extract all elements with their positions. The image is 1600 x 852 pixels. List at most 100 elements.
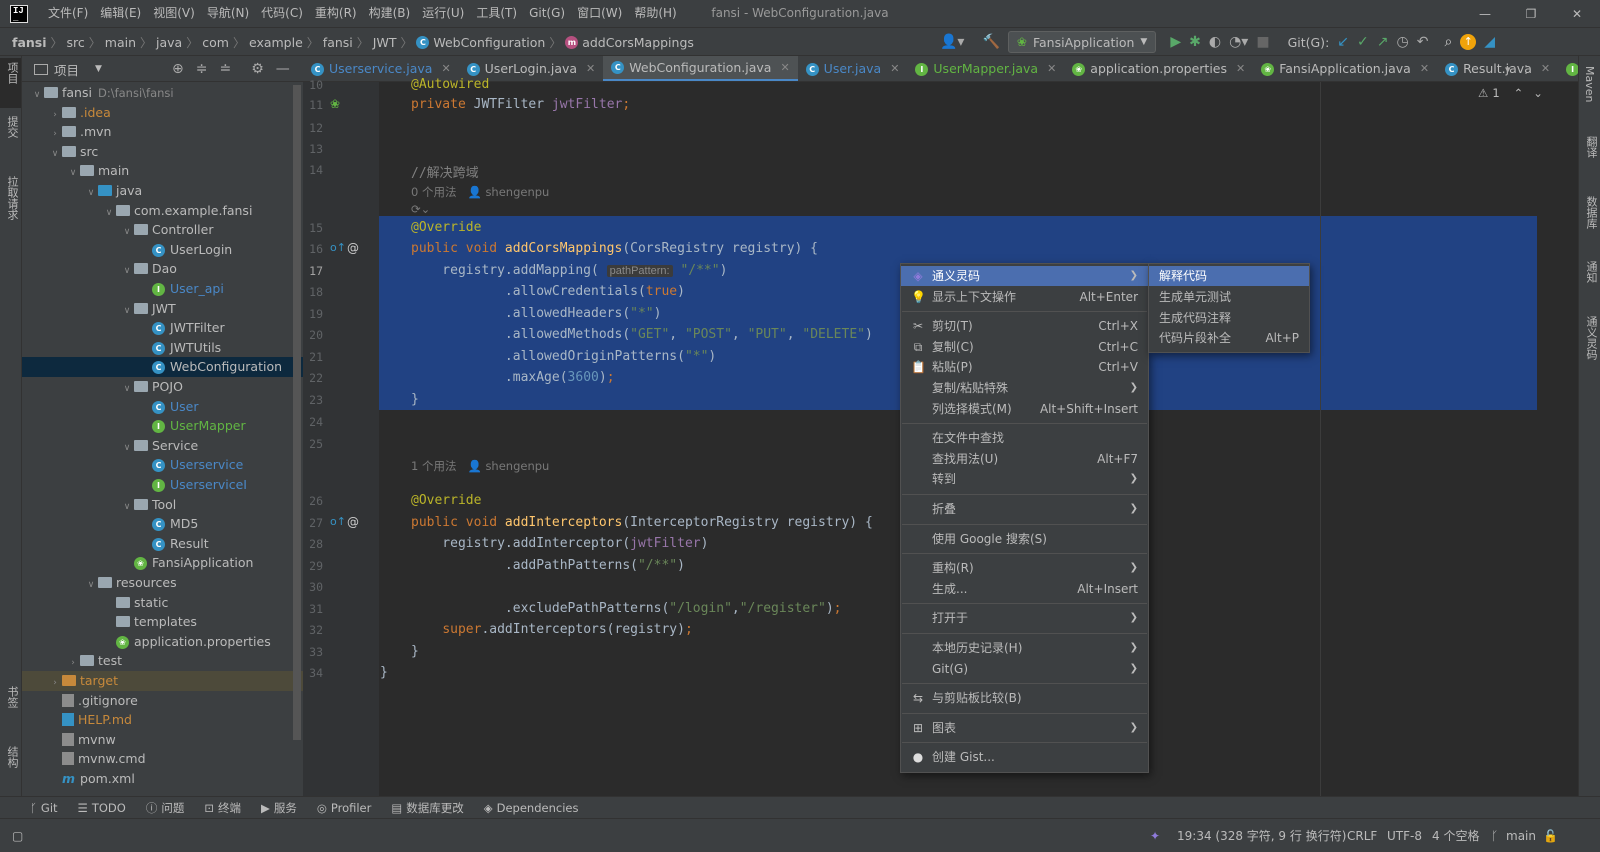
usage-hint[interactable]: 1 个用法 👤 shengenpu [411, 458, 549, 474]
editor-tab[interactable]: C WebConfiguration.java ✕ [603, 56, 798, 81]
breadcrumb-main[interactable]: main [105, 35, 136, 50]
close-tab-icon[interactable]: ✕ [1541, 56, 1550, 81]
tree-node[interactable]: C UserLogin [22, 240, 303, 260]
tree-node[interactable]: I UserserviceI [22, 475, 303, 495]
breadcrumb-java[interactable]: java [156, 35, 182, 50]
stripe-maven[interactable]: Maven [1583, 66, 1596, 102]
tree-node[interactable]: C WebConfiguration [22, 357, 303, 377]
tree-node[interactable]: ∨ Controller [22, 220, 303, 240]
stripe-bookmarks[interactable]: 书签 [4, 686, 20, 708]
coverage-icon[interactable]: ◐ [1209, 28, 1221, 56]
editor-tab[interactable]: ❀ FansiApplication.java ✕ [1253, 56, 1437, 81]
tree-node[interactable]: templates [22, 612, 303, 632]
context-menu-item[interactable]: ⊞ 图表 ❯ [901, 718, 1148, 738]
tool-profiler[interactable]: ◎ Profiler [307, 801, 382, 815]
tree-node[interactable]: mvnw.cmd [22, 749, 303, 769]
restore-button[interactable]: ❐ [1508, 0, 1554, 27]
more-vertical-icon[interactable]: ⋮ [1521, 63, 1532, 76]
stripe-notifications[interactable]: 通知 [1583, 261, 1599, 283]
stripe-commit[interactable]: 提交 [4, 116, 20, 138]
hide-panel-icon[interactable]: — [276, 61, 290, 77]
rollback-icon[interactable]: ↶ [1417, 28, 1429, 56]
tongyi-status-icon[interactable]: ✦ [1150, 819, 1160, 852]
tree-node[interactable]: ∨ POJO [22, 377, 303, 397]
context-menu-item[interactable]: 在文件中查找 [901, 428, 1148, 448]
menu-item[interactable]: 运行(U) [416, 0, 470, 27]
tree-node[interactable]: C JWTFilter [22, 318, 303, 338]
tree-node[interactable]: ❀ FansiApplication [22, 553, 303, 573]
submenu-item[interactable]: 生成代码注释 [1149, 308, 1309, 328]
tree-node[interactable]: ∨ src [22, 142, 303, 162]
tree-node[interactable]: I User_api [22, 279, 303, 299]
editor-tab[interactable]: ❀ application.properties ✕ [1064, 56, 1253, 81]
close-tab-icon[interactable]: ✕ [1420, 56, 1429, 81]
search-icon[interactable]: ⌕ [1444, 28, 1452, 56]
context-menu-item[interactable]: 打开于 ❯ [901, 608, 1148, 628]
tongyi-logo-icon[interactable]: ◢ [1484, 28, 1495, 56]
tree-node[interactable]: m pom.xml [22, 769, 303, 789]
stripe-pull-requests[interactable]: 拉取请求 [4, 176, 20, 220]
context-menu-item[interactable]: 折叠 ❯ [901, 499, 1148, 519]
submenu-item[interactable]: 解释代码 [1149, 266, 1309, 286]
debug-icon[interactable]: ✱ [1189, 28, 1201, 56]
tree-node[interactable]: ∨ main [22, 161, 303, 181]
profile-icon[interactable]: ◔▾ [1229, 28, 1248, 56]
spring-bean-gutter-icon[interactable]: ❀ [330, 97, 340, 111]
menu-item[interactable]: 构建(B) [363, 0, 417, 27]
tree-node[interactable]: C Result [22, 534, 303, 554]
locate-icon[interactable]: ⊕ [172, 61, 184, 77]
collapse-all-icon[interactable]: ≐ [219, 61, 231, 77]
tree-node[interactable]: C JWTUtils [22, 338, 303, 358]
close-tab-icon[interactable]: ✕ [1236, 56, 1245, 81]
tree-node[interactable]: › test [22, 651, 303, 671]
tree-node[interactable]: C Userservice [22, 455, 303, 475]
override-gutter-icon[interactable]: o↑ [330, 515, 346, 528]
stripe-database[interactable]: 数据库 [1583, 196, 1599, 229]
tree-node[interactable]: › .mvn [22, 122, 303, 142]
inspection-widget[interactable]: ⚠ 1 ⌃ ⌄ [1478, 86, 1543, 100]
tree-node[interactable]: › target [22, 671, 303, 691]
project-scrollbar[interactable] [293, 85, 301, 740]
tree-node[interactable]: ❀ application.properties [22, 632, 303, 652]
context-menu-item[interactable]: ● 创建 Gist... [901, 747, 1148, 767]
breadcrumb-project[interactable]: fansi [12, 35, 47, 50]
context-menu-item[interactable]: ◈ 通义灵码 ❯ [901, 266, 1148, 286]
breadcrumb-jwt[interactable]: JWT [373, 35, 397, 50]
close-tab-icon[interactable]: ✕ [780, 56, 789, 81]
caret-position[interactable]: 19:34 (328 字符, 9 行 换行符) [1177, 819, 1346, 852]
context-menu-item[interactable]: 使用 Google 搜索(S) [901, 529, 1148, 549]
context-menu-item[interactable]: 📋 粘贴(P) Ctrl+V [901, 357, 1148, 377]
menu-item[interactable]: Git(G) [523, 0, 571, 27]
ai-hint-icon[interactable]: ⟳⌄ [411, 202, 430, 216]
menu-item[interactable]: 导航(N) [201, 0, 255, 27]
tool-terminal[interactable]: ⊡ 终端 [194, 800, 251, 816]
context-menu-item[interactable]: 复制/粘贴特殊 ❯ [901, 378, 1148, 398]
context-menu-item[interactable]: ✂ 剪切(T) Ctrl+X [901, 316, 1148, 336]
editor-tab[interactable]: IUs [1558, 56, 1578, 81]
stripe-structure[interactable]: 结构 [4, 746, 20, 768]
breadcrumb-src[interactable]: src [67, 35, 85, 50]
menu-item[interactable]: 重构(R) [309, 0, 363, 27]
tool-services[interactable]: ▶ 服务 [251, 800, 307, 816]
file-encoding[interactable]: UTF-8 [1387, 819, 1422, 852]
breadcrumb-fansi[interactable]: fansi [323, 35, 353, 50]
indent-setting[interactable]: 4 个空格 [1432, 819, 1479, 852]
tool-db-changes[interactable]: ▤ 数据库更改 [381, 800, 473, 816]
gear-icon[interactable]: ⚙ [251, 61, 264, 77]
tree-node[interactable]: C User [22, 397, 303, 417]
tree-node[interactable]: ∨ com.example.fansi [22, 201, 303, 221]
breadcrumb-com[interactable]: com [202, 35, 229, 50]
close-tab-icon[interactable]: ✕ [586, 56, 595, 81]
git-branch[interactable]: main [1506, 819, 1536, 852]
tree-node[interactable]: ∨ fansi D:\fansi\fansi [22, 83, 303, 103]
tree-node[interactable]: I UserMapper [22, 416, 303, 436]
stripe-tongyi[interactable]: 通义灵码 [1583, 316, 1599, 360]
tree-node[interactable]: static [22, 593, 303, 613]
run-icon[interactable]: ▶ [1170, 28, 1181, 56]
tool-todo[interactable]: ☰ TODO [68, 801, 136, 815]
at-gutter-icon[interactable]: @ [347, 241, 359, 255]
chevron-down-icon[interactable]: ▼ [95, 64, 102, 74]
context-menu-item[interactable]: 💡 显示上下文操作 Alt+Enter [901, 287, 1148, 307]
usage-hint[interactable]: 0 个用法 👤 shengenpu [411, 184, 549, 200]
chevron-up-icon[interactable]: ⌃ [1514, 86, 1524, 100]
